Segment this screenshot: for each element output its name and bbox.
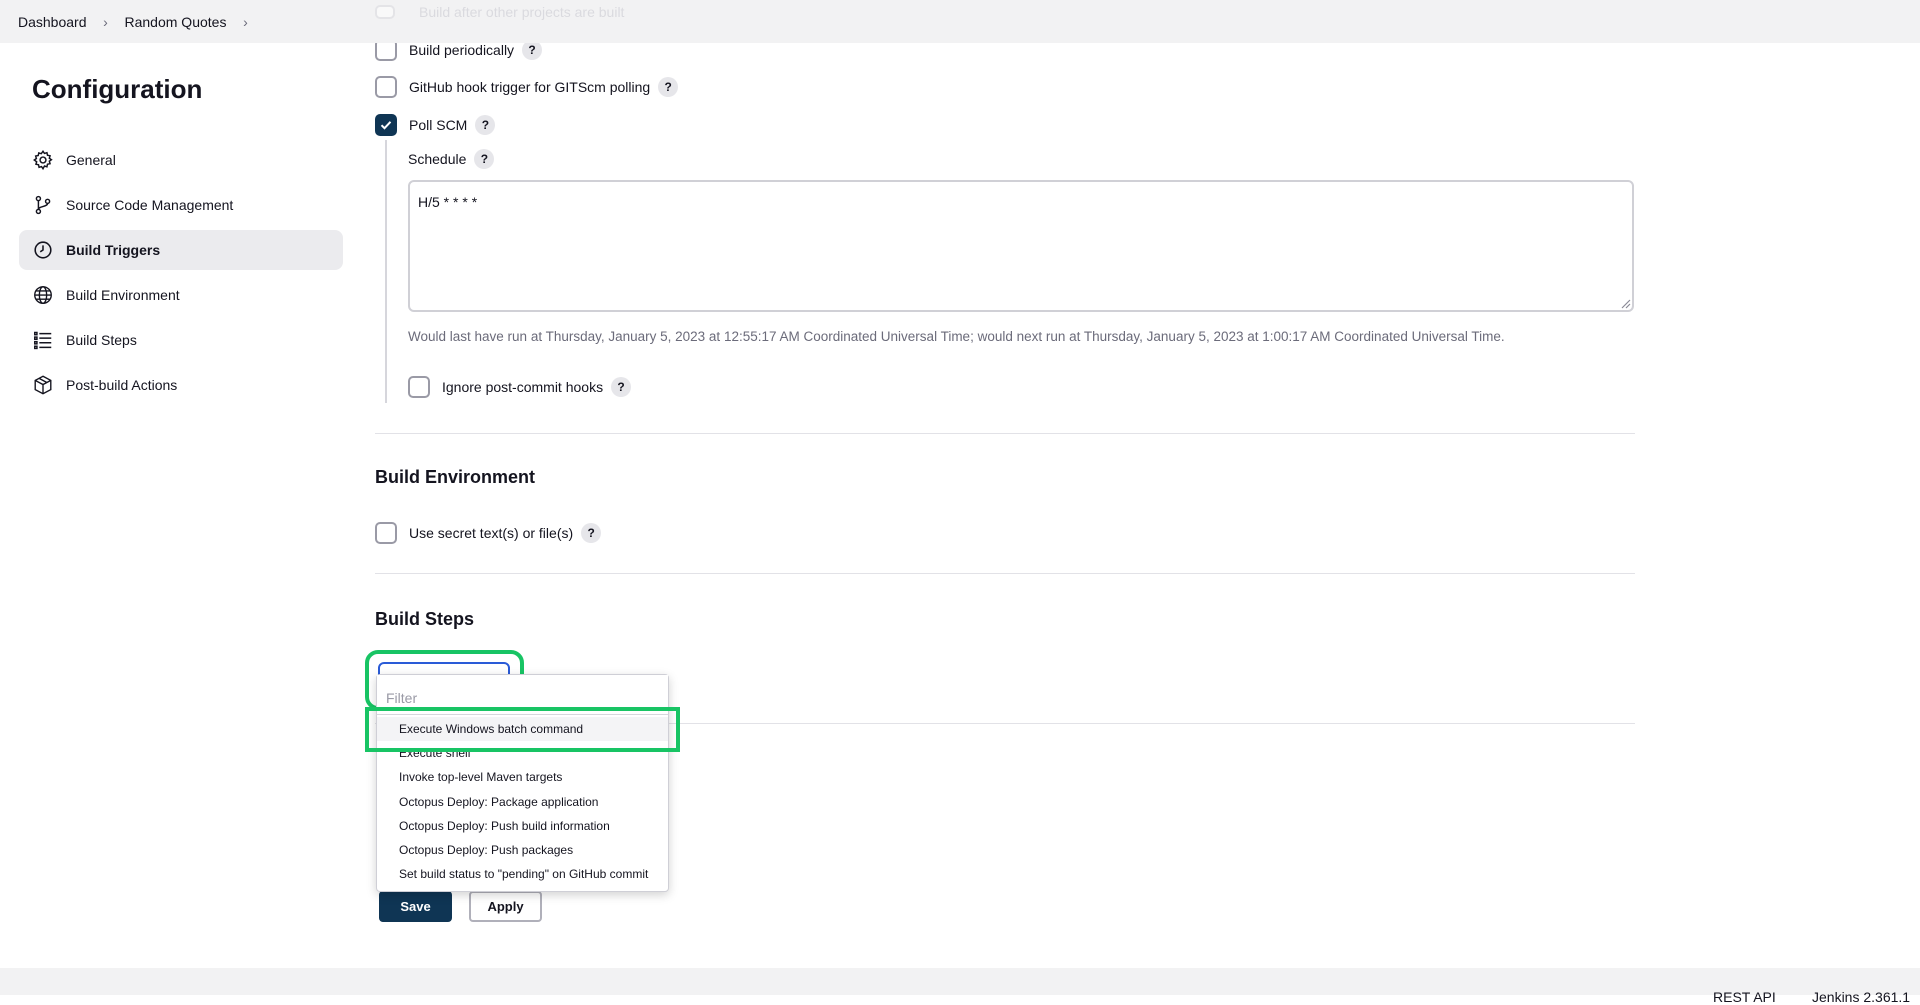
filter-input[interactable] xyxy=(377,675,668,715)
schedule-label: Schedule xyxy=(408,151,467,167)
menu-item-execute-shell[interactable]: Execute shell xyxy=(377,741,668,765)
list-icon xyxy=(32,329,54,351)
schedule-label-row: Schedule ? xyxy=(408,149,495,169)
build-after-other-projects-label: Build after other projects are built xyxy=(419,4,625,20)
build-after-other-projects-row: Build after other projects are built xyxy=(375,4,624,20)
sidebar-item-label: General xyxy=(66,152,116,168)
use-secret-row: Use secret text(s) or file(s) ? xyxy=(375,522,602,544)
section-divider xyxy=(375,433,1635,434)
page-title: Configuration xyxy=(32,74,203,104)
build-environment-title: Build Environment xyxy=(375,467,536,487)
build-step-menu: Execute Windows batch command Execute sh… xyxy=(377,717,668,886)
rest-api-link[interactable]: REST API xyxy=(1713,989,1776,1005)
menu-item-github-pending-status[interactable]: Set build status to "pending" on GitHub … xyxy=(377,862,668,886)
sidebar-item-general[interactable]: General xyxy=(19,140,343,180)
clock-icon xyxy=(32,239,54,261)
help-icon[interactable]: ? xyxy=(475,115,496,135)
sidebar-item-label: Post-build Actions xyxy=(66,377,178,393)
sidebar-nav: General Source Code Management Build Tri… xyxy=(19,140,343,410)
section-divider xyxy=(375,573,1635,574)
sidebar-item-build-steps[interactable]: Build Steps xyxy=(19,320,343,360)
jenkins-version-link[interactable]: Jenkins 2.361.1 xyxy=(1812,989,1910,1005)
resize-handle-icon[interactable] xyxy=(1619,297,1631,309)
sidebar-item-source-code-management[interactable]: Source Code Management xyxy=(19,185,343,225)
sidebar-item-label: Build Environment xyxy=(66,287,180,303)
build-steps-title: Build Steps xyxy=(375,609,475,629)
poll-scm-row: Poll SCM ? xyxy=(375,114,496,136)
chevron-right-icon: › xyxy=(103,13,108,30)
help-icon[interactable]: ? xyxy=(474,149,495,169)
globe-icon xyxy=(32,284,54,306)
sidebar-item-build-environment[interactable]: Build Environment xyxy=(19,275,343,315)
schedule-textarea[interactable]: H/5 * * * * xyxy=(408,180,1634,312)
apply-button[interactable]: Apply xyxy=(469,891,542,922)
menu-item-octopus-package[interactable]: Octopus Deploy: Package application xyxy=(377,790,668,814)
save-button[interactable]: Save xyxy=(379,891,452,922)
github-hook-label: GitHub hook trigger for GITScm polling xyxy=(409,79,651,95)
github-hook-checkbox[interactable] xyxy=(375,76,397,98)
sidebar-item-post-build-actions[interactable]: Post-build Actions xyxy=(19,365,343,405)
menu-item-octopus-push-build-info[interactable]: Octopus Deploy: Push build information xyxy=(377,814,668,838)
poll-scm-indent-line xyxy=(385,140,387,403)
breadcrumb: Dashboard › Random Quotes › xyxy=(0,0,1920,43)
build-step-dropdown: Execute Windows batch command Execute sh… xyxy=(376,674,669,892)
help-icon[interactable]: ? xyxy=(611,377,632,397)
breadcrumb-dashboard[interactable]: Dashboard xyxy=(18,14,87,30)
sidebar-item-label: Source Code Management xyxy=(66,197,234,213)
sidebar-item-build-triggers[interactable]: Build Triggers xyxy=(19,230,343,270)
sidebar-item-label: Build Triggers xyxy=(66,242,161,258)
help-icon[interactable]: ? xyxy=(522,40,543,60)
build-periodically-label: Build periodically xyxy=(409,42,515,58)
menu-item-octopus-push-packages[interactable]: Octopus Deploy: Push packages xyxy=(377,838,668,862)
poll-scm-checkbox[interactable] xyxy=(375,114,397,136)
schedule-hint: Would last have run at Thursday, January… xyxy=(408,329,1505,344)
build-after-other-projects-checkbox[interactable] xyxy=(375,5,395,19)
checkmark-icon xyxy=(380,121,392,130)
poll-scm-label: Poll SCM xyxy=(409,117,468,133)
breadcrumb-random-quotes[interactable]: Random Quotes xyxy=(125,14,227,30)
github-hook-row: GitHub hook trigger for GITScm polling ? xyxy=(375,76,679,98)
gear-icon xyxy=(32,149,54,171)
help-icon[interactable]: ? xyxy=(581,523,602,543)
cube-icon xyxy=(32,374,54,396)
menu-item-execute-windows-batch[interactable]: Execute Windows batch command xyxy=(377,717,668,742)
sidebar-item-label: Build Steps xyxy=(66,332,137,348)
ignore-post-commit-hooks-label: Ignore post-commit hooks xyxy=(442,379,604,395)
ignore-post-commit-hooks-checkbox[interactable] xyxy=(408,376,430,398)
help-icon[interactable]: ? xyxy=(658,77,679,97)
use-secret-checkbox[interactable] xyxy=(375,522,397,544)
use-secret-label: Use secret text(s) or file(s) xyxy=(409,525,574,541)
chevron-right-icon[interactable]: › xyxy=(226,14,264,30)
menu-item-invoke-maven[interactable]: Invoke top-level Maven targets xyxy=(377,765,668,789)
footer xyxy=(0,968,1920,995)
ignore-post-commit-hooks-row: Ignore post-commit hooks ? xyxy=(408,376,632,398)
branch-icon xyxy=(32,194,54,216)
